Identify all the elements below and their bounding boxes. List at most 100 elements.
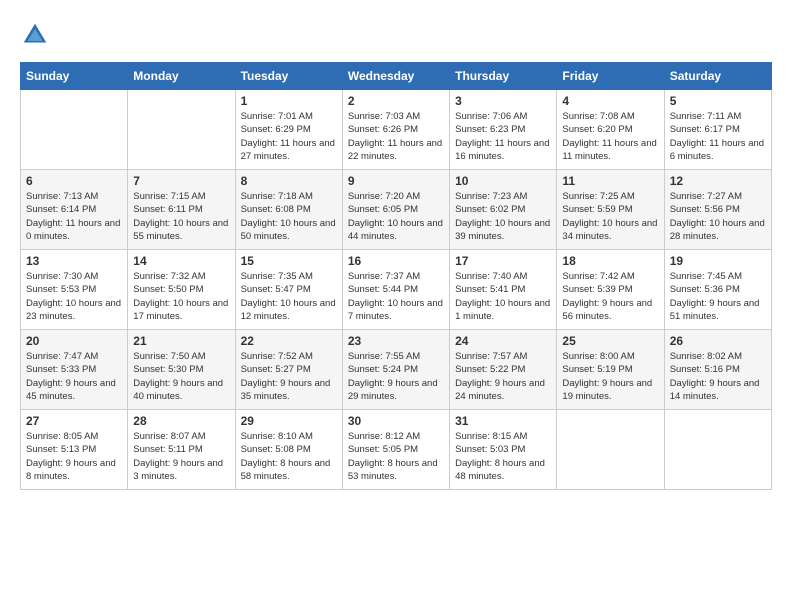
calendar-cell: 18 Sunrise: 7:42 AM Sunset: 5:39 PM Dayli… xyxy=(557,250,664,330)
day-detail: Sunrise: 7:06 AM Sunset: 6:23 PM Dayligh… xyxy=(455,110,551,163)
day-number: 8 xyxy=(241,174,337,188)
weekday-header-wednesday: Wednesday xyxy=(342,63,449,90)
day-detail: Sunrise: 7:55 AM Sunset: 5:24 PM Dayligh… xyxy=(348,350,444,403)
calendar-cell: 28 Sunrise: 8:07 AM Sunset: 5:11 PM Dayli… xyxy=(128,410,235,490)
calendar-cell: 20 Sunrise: 7:47 AM Sunset: 5:33 PM Dayli… xyxy=(21,330,128,410)
weekday-header-thursday: Thursday xyxy=(450,63,557,90)
day-number: 7 xyxy=(133,174,229,188)
day-number: 14 xyxy=(133,254,229,268)
day-number: 9 xyxy=(348,174,444,188)
day-detail: Sunrise: 8:07 AM Sunset: 5:11 PM Dayligh… xyxy=(133,430,229,483)
calendar-cell: 14 Sunrise: 7:32 AM Sunset: 5:50 PM Dayli… xyxy=(128,250,235,330)
day-detail: Sunrise: 7:18 AM Sunset: 6:08 PM Dayligh… xyxy=(241,190,337,243)
calendar-cell xyxy=(21,90,128,170)
day-number: 15 xyxy=(241,254,337,268)
day-detail: Sunrise: 7:03 AM Sunset: 6:26 PM Dayligh… xyxy=(348,110,444,163)
day-number: 20 xyxy=(26,334,122,348)
calendar-cell: 9Sunrise: 7:20 AM Sunset: 6:05 PM Daylig… xyxy=(342,170,449,250)
weekday-header-saturday: Saturday xyxy=(664,63,771,90)
day-detail: Sunrise: 7:52 AM Sunset: 5:27 PM Dayligh… xyxy=(241,350,337,403)
calendar-cell: 27 Sunrise: 8:05 AM Sunset: 5:13 PM Dayli… xyxy=(21,410,128,490)
calendar-cell: 19Sunrise: 7:45 AM Sunset: 5:36 PM Dayli… xyxy=(664,250,771,330)
day-number: 30 xyxy=(348,414,444,428)
day-detail: Sunrise: 7:35 AM Sunset: 5:47 PM Dayligh… xyxy=(241,270,337,323)
day-number: 16 xyxy=(348,254,444,268)
calendar-cell: 17Sunrise: 7:40 AM Sunset: 5:41 PM Dayli… xyxy=(450,250,557,330)
day-detail: Sunrise: 7:25 AM Sunset: 5:59 PM Dayligh… xyxy=(562,190,658,243)
calendar-cell xyxy=(664,410,771,490)
day-number: 13 xyxy=(26,254,122,268)
weekday-header-sunday: Sunday xyxy=(21,63,128,90)
day-detail: Sunrise: 7:32 AM Sunset: 5:50 PM Dayligh… xyxy=(133,270,229,323)
day-detail: Sunrise: 7:47 AM Sunset: 5:33 PM Dayligh… xyxy=(26,350,122,403)
day-number: 4 xyxy=(562,94,658,108)
day-number: 22 xyxy=(241,334,337,348)
day-detail: Sunrise: 7:27 AM Sunset: 5:56 PM Dayligh… xyxy=(670,190,766,243)
calendar-week-4: 20 Sunrise: 7:47 AM Sunset: 5:33 PM Dayli… xyxy=(21,330,772,410)
day-number: 6 xyxy=(26,174,122,188)
calendar-cell: 7 Sunrise: 7:15 AM Sunset: 6:11 PM Daylig… xyxy=(128,170,235,250)
calendar-cell: 6 Sunrise: 7:13 AM Sunset: 6:14 PM Daylig… xyxy=(21,170,128,250)
day-detail: Sunrise: 7:57 AM Sunset: 5:22 PM Dayligh… xyxy=(455,350,551,403)
day-detail: Sunrise: 7:11 AM Sunset: 6:17 PM Dayligh… xyxy=(670,110,766,163)
calendar-cell: 3 Sunrise: 7:06 AM Sunset: 6:23 PM Daylig… xyxy=(450,90,557,170)
day-number: 27 xyxy=(26,414,122,428)
day-detail: Sunrise: 7:42 AM Sunset: 5:39 PM Dayligh… xyxy=(562,270,658,323)
day-number: 11 xyxy=(562,174,658,188)
calendar-cell: 12Sunrise: 7:27 AM Sunset: 5:56 PM Dayli… xyxy=(664,170,771,250)
day-detail: Sunrise: 8:05 AM Sunset: 5:13 PM Dayligh… xyxy=(26,430,122,483)
calendar-cell: 23Sunrise: 7:55 AM Sunset: 5:24 PM Dayli… xyxy=(342,330,449,410)
calendar-cell: 31 Sunrise: 8:15 AM Sunset: 5:03 PM Dayli… xyxy=(450,410,557,490)
day-number: 25 xyxy=(562,334,658,348)
calendar-week-2: 6 Sunrise: 7:13 AM Sunset: 6:14 PM Daylig… xyxy=(21,170,772,250)
day-number: 17 xyxy=(455,254,551,268)
day-number: 31 xyxy=(455,414,551,428)
calendar-week-1: 1Sunrise: 7:01 AM Sunset: 6:29 PM Daylig… xyxy=(21,90,772,170)
day-number: 24 xyxy=(455,334,551,348)
day-number: 19 xyxy=(670,254,766,268)
day-detail: Sunrise: 7:37 AM Sunset: 5:44 PM Dayligh… xyxy=(348,270,444,323)
calendar-week-5: 27 Sunrise: 8:05 AM Sunset: 5:13 PM Dayli… xyxy=(21,410,772,490)
weekday-header-tuesday: Tuesday xyxy=(235,63,342,90)
day-detail: Sunrise: 8:15 AM Sunset: 5:03 PM Dayligh… xyxy=(455,430,551,483)
page: SundayMondayTuesdayWednesdayThursdayFrid… xyxy=(0,0,792,612)
day-detail: Sunrise: 8:02 AM Sunset: 5:16 PM Dayligh… xyxy=(670,350,766,403)
day-number: 2 xyxy=(348,94,444,108)
calendar-cell: 4 Sunrise: 7:08 AM Sunset: 6:20 PM Daylig… xyxy=(557,90,664,170)
day-detail: Sunrise: 7:08 AM Sunset: 6:20 PM Dayligh… xyxy=(562,110,658,163)
calendar-cell: 5 Sunrise: 7:11 AM Sunset: 6:17 PM Daylig… xyxy=(664,90,771,170)
day-detail: Sunrise: 7:01 AM Sunset: 6:29 PM Dayligh… xyxy=(241,110,337,163)
day-detail: Sunrise: 8:12 AM Sunset: 5:05 PM Dayligh… xyxy=(348,430,444,483)
day-number: 26 xyxy=(670,334,766,348)
calendar-cell: 2 Sunrise: 7:03 AM Sunset: 6:26 PM Daylig… xyxy=(342,90,449,170)
logo xyxy=(20,20,54,50)
day-number: 18 xyxy=(562,254,658,268)
day-number: 5 xyxy=(670,94,766,108)
calendar-cell: 16 Sunrise: 7:37 AM Sunset: 5:44 PM Dayli… xyxy=(342,250,449,330)
calendar-cell: 25 Sunrise: 8:00 AM Sunset: 5:19 PM Dayli… xyxy=(557,330,664,410)
day-detail: Sunrise: 7:50 AM Sunset: 5:30 PM Dayligh… xyxy=(133,350,229,403)
calendar-cell: 11 Sunrise: 7:25 AM Sunset: 5:59 PM Dayli… xyxy=(557,170,664,250)
calendar-table: SundayMondayTuesdayWednesdayThursdayFrid… xyxy=(20,62,772,490)
day-detail: Sunrise: 7:15 AM Sunset: 6:11 PM Dayligh… xyxy=(133,190,229,243)
calendar-cell: 21Sunrise: 7:50 AM Sunset: 5:30 PM Dayli… xyxy=(128,330,235,410)
day-detail: Sunrise: 8:10 AM Sunset: 5:08 PM Dayligh… xyxy=(241,430,337,483)
calendar-cell: 29Sunrise: 8:10 AM Sunset: 5:08 PM Dayli… xyxy=(235,410,342,490)
day-detail: Sunrise: 8:00 AM Sunset: 5:19 PM Dayligh… xyxy=(562,350,658,403)
calendar-cell: 10Sunrise: 7:23 AM Sunset: 6:02 PM Dayli… xyxy=(450,170,557,250)
day-number: 3 xyxy=(455,94,551,108)
weekday-header-friday: Friday xyxy=(557,63,664,90)
weekday-header-monday: Monday xyxy=(128,63,235,90)
day-detail: Sunrise: 7:30 AM Sunset: 5:53 PM Dayligh… xyxy=(26,270,122,323)
calendar-cell: 13 Sunrise: 7:30 AM Sunset: 5:53 PM Dayli… xyxy=(21,250,128,330)
day-number: 10 xyxy=(455,174,551,188)
logo-icon xyxy=(20,20,50,50)
header xyxy=(20,20,772,50)
calendar-cell: 22 Sunrise: 7:52 AM Sunset: 5:27 PM Dayli… xyxy=(235,330,342,410)
calendar-cell: 26 Sunrise: 8:02 AM Sunset: 5:16 PM Dayli… xyxy=(664,330,771,410)
weekday-header-row: SundayMondayTuesdayWednesdayThursdayFrid… xyxy=(21,63,772,90)
calendar-cell: 8 Sunrise: 7:18 AM Sunset: 6:08 PM Daylig… xyxy=(235,170,342,250)
calendar-cell: 15 Sunrise: 7:35 AM Sunset: 5:47 PM Dayli… xyxy=(235,250,342,330)
day-number: 28 xyxy=(133,414,229,428)
day-detail: Sunrise: 7:13 AM Sunset: 6:14 PM Dayligh… xyxy=(26,190,122,243)
